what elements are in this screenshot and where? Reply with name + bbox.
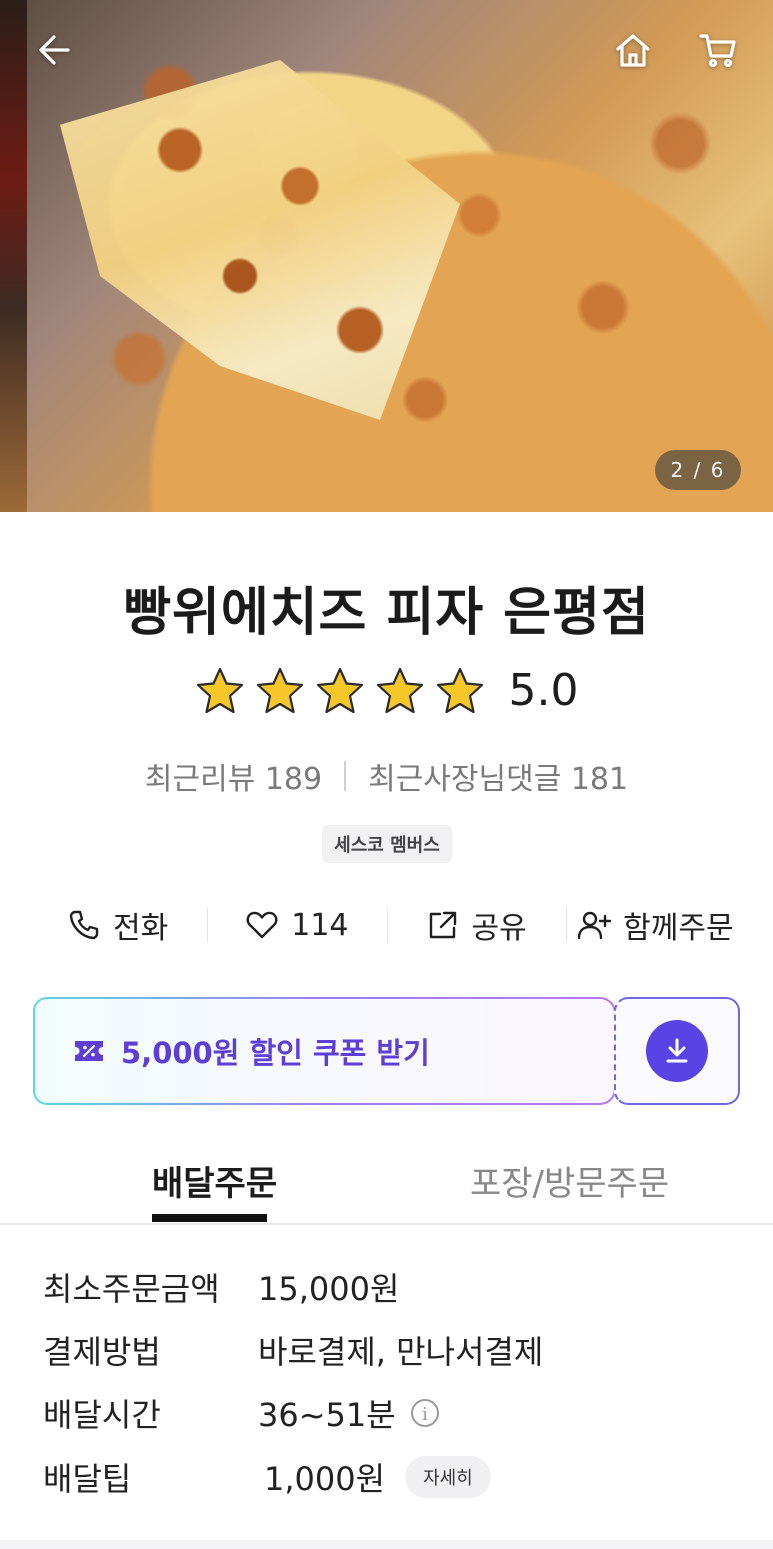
share-icon [429,911,456,939]
home-button[interactable] [609,26,657,74]
delivery-time-group: 36~51분 i [258,1390,440,1436]
store-hero-image[interactable]: 2 / 6 [0,0,773,512]
divider [344,761,347,791]
star-icon [436,667,483,713]
star-icon [196,667,243,713]
coupon-banner[interactable]: 5,000원 할인 쿠폰 받기 [33,997,740,1105]
delivery-tip-value: 1,000원 [264,1460,386,1498]
delivery-tip-group: 1,000원 자세히 [258,1454,491,1500]
owner-replies-link[interactable]: 최근사장님댓글 181 [368,754,628,798]
cart-icon [699,34,736,68]
delivery-time-row: 배달시간 36~51분 i [43,1388,440,1438]
svg-text:i: i [422,1404,428,1425]
coupon-icon [75,1041,103,1061]
coupon-download-area[interactable] [614,997,740,1105]
coupon-download-button[interactable] [646,1020,708,1082]
star-icon [316,667,363,713]
back-button[interactable] [30,26,78,74]
min-order-value: 15,000원 [258,1270,400,1308]
heart-icon [246,911,278,939]
order-type-tabs: 배달주문 포장/방문주문 [0,1150,773,1225]
previous-image-edge [0,0,27,512]
review-counts: 최근리뷰 189 최근사장님댓글 181 [0,754,773,798]
share-button[interactable]: 공유 [386,898,566,952]
group-order-label: 함께주문 [623,911,734,946]
star-icon [376,667,423,713]
call-label: 전화 [113,911,169,946]
rating[interactable]: 5.0 [0,665,773,716]
payment-value: 바로결제, 만나서결제 [258,1333,544,1371]
cesco-member-badge: 세스코 멤버스 [322,825,452,863]
recent-reviews-link[interactable]: 최근리뷰 189 [145,754,322,798]
delivery-tip-label: 배달팁 [43,1460,132,1498]
coupon-text: 5,000원 할인 쿠폰 받기 [121,1036,430,1070]
store-actions: 전화 114 공유 함께주문 [28,898,745,952]
star-icon [256,667,303,713]
tab-delivery[interactable]: 배달주문 [152,1156,277,1205]
like-button[interactable]: 114 [207,898,386,952]
add-user-icon [577,911,612,940]
call-button[interactable]: 전화 [28,898,207,952]
delivery-tip-detail-button[interactable]: 자세히 [405,1456,491,1498]
delivery-time-label: 배달시간 [43,1396,161,1434]
rating-value: 5.0 [508,665,579,716]
delivery-tip-row: 배달팁 1,000원 자세히 [43,1452,491,1502]
tab-takeout-visit[interactable]: 포장/방문주문 [470,1156,669,1205]
home-icon [616,34,650,67]
share-label: 공유 [471,911,527,946]
pizza-slice-graphic [60,60,460,420]
min-order-row: 최소주문금액 15,000원 [43,1262,399,1312]
phone-icon [69,910,99,940]
cart-button[interactable] [694,26,742,74]
group-order-button[interactable]: 함께주문 [565,898,745,952]
delivery-time-value: 36~51분 [258,1396,396,1434]
section-divider [0,1540,773,1549]
back-arrow-icon [39,35,70,65]
image-page-indicator: 2 / 6 [655,450,741,490]
like-count: 114 [291,907,349,943]
payment-label: 결제방법 [43,1333,161,1371]
info-icon[interactable]: i [410,1398,440,1428]
active-tab-indicator [152,1214,267,1222]
payment-row: 결제방법 바로결제, 만나서결제 [43,1325,543,1375]
coupon-main[interactable]: 5,000원 할인 쿠폰 받기 [33,997,616,1105]
download-icon [666,1038,688,1063]
min-order-label: 최소주문금액 [43,1270,220,1308]
store-name: 빵위에치즈 피자 은평점 [123,583,650,643]
